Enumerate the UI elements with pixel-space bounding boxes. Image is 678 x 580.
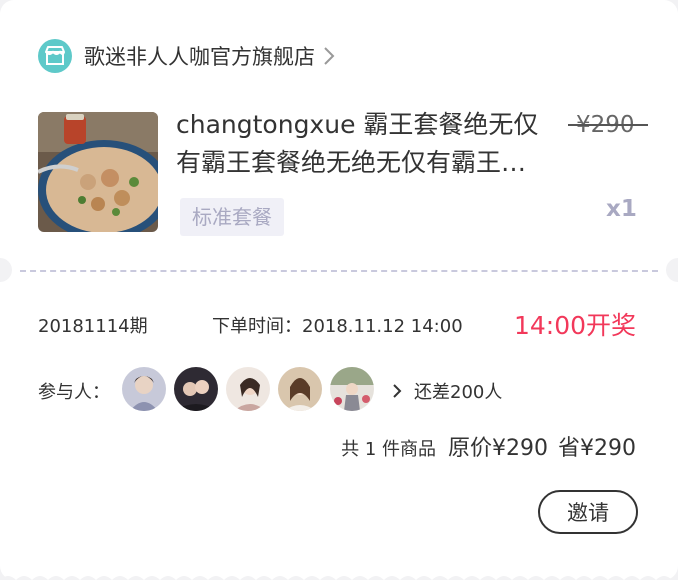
product-image[interactable] bbox=[38, 112, 158, 232]
order-time-label: 下单时间： bbox=[212, 316, 302, 337]
order-time: 下单时间：2018.11.12 14:00 bbox=[212, 312, 463, 338]
store-icon bbox=[38, 39, 72, 73]
more-participants-link[interactable]: 还差200人 bbox=[392, 378, 502, 404]
right-notch bbox=[666, 258, 678, 282]
store-name: 歌迷非人人咖官方旗舰店 bbox=[84, 45, 315, 69]
avatar bbox=[328, 365, 376, 413]
chevron-right-icon bbox=[392, 382, 404, 400]
avatar bbox=[224, 365, 272, 413]
lottery-period: 20181114期 bbox=[38, 316, 148, 337]
quantity: x1 bbox=[606, 196, 637, 222]
dashed-divider bbox=[20, 270, 658, 272]
store-link[interactable]: 歌迷非人人咖官方旗舰店 bbox=[38, 38, 339, 74]
package-tag: 标准套餐 bbox=[180, 198, 284, 236]
participants-label: 参与人： bbox=[38, 382, 110, 403]
product-title[interactable]: changtongxue 霸王套餐绝无仅有霸王套餐绝无绝无仅有霸王套餐绝无仅有 bbox=[176, 106, 546, 182]
order-time-value: 2018.11.12 14:00 bbox=[302, 316, 463, 337]
left-notch bbox=[0, 258, 12, 282]
avatar bbox=[172, 365, 220, 413]
draw-time: 14:00开奖 bbox=[514, 311, 637, 340]
wavy-bottom-edge bbox=[0, 576, 678, 580]
price-strikethrough bbox=[568, 124, 648, 126]
chevron-right-icon bbox=[323, 45, 339, 67]
order-summary: 共 1 件商品 原价¥290 省¥290 bbox=[341, 430, 636, 462]
savings: 省¥290 bbox=[558, 436, 636, 461]
original-total: 原价¥290 bbox=[448, 436, 548, 461]
avatar bbox=[276, 365, 324, 413]
avatar bbox=[120, 365, 168, 413]
invite-button[interactable]: 邀请 bbox=[538, 490, 638, 534]
item-count: 共 1 件商品 bbox=[341, 439, 436, 460]
order-card: 歌迷非人人咖官方旗舰店 changtongxue 霸王套餐绝无仅有霸王套餐绝无绝… bbox=[0, 0, 678, 580]
more-participants-text: 还差200人 bbox=[414, 382, 503, 403]
participant-avatars[interactable] bbox=[120, 365, 380, 413]
